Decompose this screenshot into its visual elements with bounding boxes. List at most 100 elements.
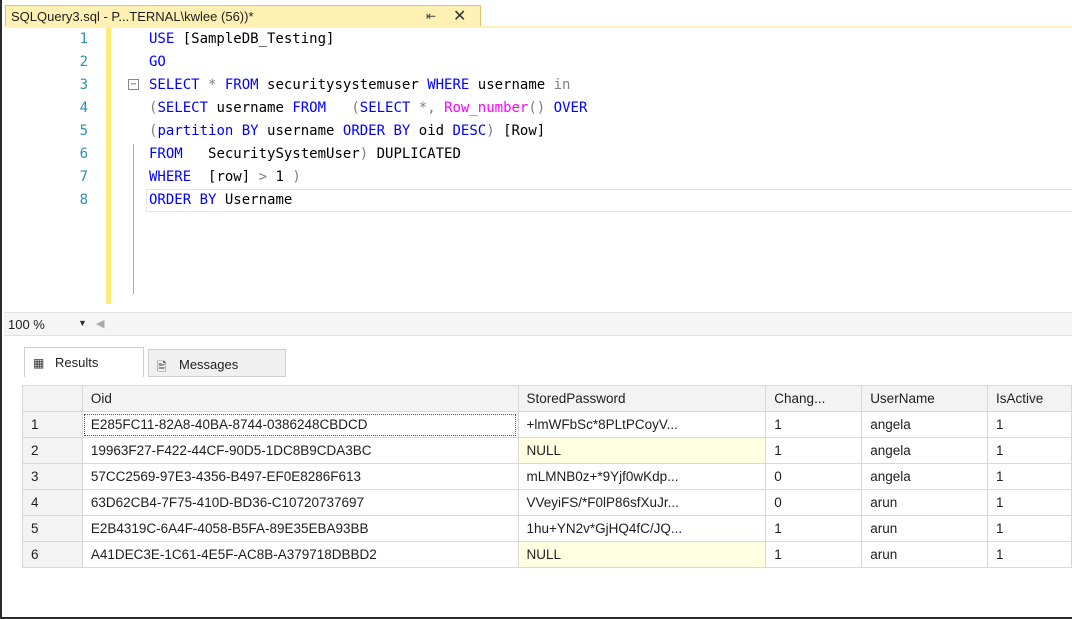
- code-token: SELECT: [359, 100, 419, 116]
- cell-username[interactable]: arun: [861, 515, 989, 542]
- cell-username[interactable]: arun: [861, 489, 989, 516]
- table-row[interactable]: 6 A41DEC3E-1C61-4E5F-AC8B-A379718DBBD2 NUL…: [22, 541, 1072, 568]
- document-tab-strip: SQLQuery3.sql - P...TERNAL\kwlee (56))* …: [2, 0, 1072, 28]
- cell-isactive[interactable]: 1: [987, 515, 1072, 542]
- row-number[interactable]: 5: [22, 515, 83, 542]
- cell-username[interactable]: angela: [861, 411, 989, 438]
- tab-title: SQLQuery3.sql - P...TERNAL\kwlee (56))*: [11, 9, 254, 24]
- cell-changepassword[interactable]: 0: [765, 463, 863, 490]
- code-line[interactable]: 8 ORDER BY Username: [4, 189, 1072, 212]
- cell-storedpassword[interactable]: NULL: [517, 437, 767, 464]
- cell-changepassword[interactable]: 0: [765, 489, 863, 516]
- cell-storedpassword[interactable]: +lmWFbSc*8PLtPCoyV...: [517, 411, 767, 438]
- column-header-oid[interactable]: Oid: [81, 385, 519, 412]
- collapse-icon[interactable]: −: [128, 79, 139, 90]
- tab-messages[interactable]: 🖹 Messages: [148, 349, 286, 377]
- tab-results-label: Results: [55, 355, 99, 370]
- code-token: ): [359, 146, 377, 162]
- code-line[interactable]: 1 USE [SampleDB_Testing]: [4, 28, 1072, 51]
- code-line[interactable]: 7 WHERE [row] > 1 ): [4, 166, 1072, 189]
- cell-oid[interactable]: 63D62CB4-7F75-410D-BD36-C10720737697: [81, 489, 519, 516]
- cell-storedpassword[interactable]: VVeyiFS/*F0lP86sfXuJr...: [517, 489, 767, 516]
- cell-changepassword[interactable]: 1: [765, 541, 863, 568]
- code-line[interactable]: 4 (SELECT username FROM (SELECT *, Row_nu…: [4, 97, 1072, 120]
- code-token: ): [486, 123, 504, 139]
- column-header-isactive[interactable]: IsActive: [987, 385, 1072, 412]
- row-number[interactable]: 1: [22, 411, 83, 438]
- code-line[interactable]: 3 − SELECT * FROM securitysystemuser WHERE…: [4, 74, 1072, 97]
- code-text: USE [SampleDB_Testing]: [149, 28, 334, 51]
- code-text: WHERE [row] > 1 ): [149, 166, 301, 189]
- code-token: username: [477, 77, 554, 93]
- column-header-username[interactable]: UserName: [861, 385, 989, 412]
- line-number: 7: [79, 169, 88, 185]
- cell-isactive[interactable]: 1: [987, 463, 1072, 490]
- code-token: DESC: [452, 123, 487, 139]
- cell-username[interactable]: angela: [861, 437, 989, 464]
- code-token: ): [292, 169, 301, 185]
- cell-storedpassword[interactable]: NULL: [517, 541, 767, 568]
- close-icon[interactable]: ✕: [453, 6, 466, 26]
- code-token: >: [258, 169, 276, 185]
- scroll-left-icon[interactable]: ◀: [96, 317, 104, 330]
- results-tabs: ▦ Results 🖹 Messages: [4, 347, 1072, 377]
- query-editor[interactable]: 1 USE [SampleDB_Testing] 2 GO 3− SELECT * FRO…: [4, 28, 1072, 312]
- pin-icon[interactable]: ⇤: [426, 9, 436, 23]
- cell-changepassword[interactable]: 1: [765, 515, 863, 542]
- chevron-down-icon[interactable]: ▼: [78, 318, 87, 328]
- column-header-changepassword[interactable]: Chang...: [765, 385, 863, 412]
- line-number: 8: [79, 192, 88, 208]
- cell-oid[interactable]: A41DEC3E-1C61-4E5F-AC8B-A379718DBBD2: [81, 541, 519, 568]
- code-token: FROM: [149, 146, 209, 162]
- code-token: ORDER: [342, 123, 394, 139]
- cell-oid[interactable]: 57CC2569-97E3-4356-B497-EF0E8286F613: [81, 463, 519, 490]
- code-token: in: [553, 77, 571, 93]
- cell-isactive[interactable]: 1: [987, 489, 1072, 516]
- messages-icon: 🖹: [157, 360, 167, 374]
- cell-oid[interactable]: E2B4319C-6A4F-4058-B5FA-89E35EBA93BB: [81, 515, 519, 542]
- code-line[interactable]: 2 GO: [4, 51, 1072, 74]
- table-row[interactable]: 5 E2B4319C-6A4F-4058-B5FA-89E35EBA93BB 1hu…: [22, 515, 1072, 542]
- code-token: [SampleDB_Testing]: [182, 31, 335, 47]
- cell-oid[interactable]: 19963F27-F422-44CF-90D5-1DC8B9CDA3BC: [81, 437, 519, 464]
- cell-changepassword[interactable]: 1: [765, 437, 863, 464]
- cell-oid[interactable]: E285FC11-82A8-40BA-8744-0386248CBDCD: [81, 411, 519, 438]
- cell-storedpassword[interactable]: 1hu+YN2v*GjHQ4fC/JQ...: [517, 515, 767, 542]
- code-text: GO: [149, 51, 166, 74]
- row-number[interactable]: 4: [22, 489, 83, 516]
- row-number[interactable]: 6: [22, 541, 83, 568]
- code-line[interactable]: 6 FROM SecuritySystemUser) DUPLICATED: [4, 143, 1072, 166]
- row-number[interactable]: 2: [22, 437, 83, 464]
- column-header-storedpassword[interactable]: StoredPassword: [517, 385, 767, 412]
- cell-storedpassword[interactable]: mLMNB0z+*9Yjf0wKdp...: [517, 463, 767, 490]
- header-row: Oid StoredPassword Chang... UserName IsA…: [22, 385, 1072, 412]
- code-text: SELECT * FROM securitysystemuser WHERE u…: [149, 74, 570, 97]
- table-row[interactable]: 1 E285FC11-82A8-40BA-8744-0386248CBDCD +lm…: [22, 411, 1072, 438]
- code-token: FROM: [224, 77, 268, 93]
- row-number[interactable]: 3: [22, 463, 83, 490]
- table-row[interactable]: 4 63D62CB4-7F75-410D-BD36-C10720737697 VVe…: [22, 489, 1072, 516]
- results-table: Oid StoredPassword Chang... UserName IsA…: [22, 385, 1072, 568]
- cell-username[interactable]: arun: [861, 541, 989, 568]
- line-number: 4: [79, 100, 88, 116]
- grid-icon: ▦: [33, 356, 45, 370]
- code-line[interactable]: 5 (partition BY username ORDER BY oid DES…: [4, 120, 1072, 143]
- code-token: 1: [275, 169, 293, 185]
- code-token: oid: [418, 123, 453, 139]
- cell-isactive[interactable]: 1: [987, 437, 1072, 464]
- corner-cell[interactable]: [22, 385, 83, 412]
- results-grid[interactable]: Oid StoredPassword Chang... UserName IsA…: [22, 385, 1072, 617]
- cell-username[interactable]: angela: [861, 463, 989, 490]
- document-tab[interactable]: SQLQuery3.sql - P...TERNAL\kwlee (56))* …: [5, 5, 481, 26]
- code-token: BY: [241, 123, 268, 139]
- line-number: 1: [79, 31, 88, 47]
- table-row[interactable]: 3 57CC2569-97E3-4356-B497-EF0E8286F613 mLM…: [22, 463, 1072, 490]
- code-token: [row]: [208, 169, 259, 185]
- zoom-level[interactable]: 100 %: [8, 317, 45, 332]
- cell-changepassword[interactable]: 1: [765, 411, 863, 438]
- cell-isactive[interactable]: 1: [987, 541, 1072, 568]
- tab-results[interactable]: ▦ Results: [24, 347, 144, 377]
- tab-messages-label: Messages: [179, 357, 239, 372]
- cell-isactive[interactable]: 1: [987, 411, 1072, 438]
- table-row[interactable]: 2 19963F27-F422-44CF-90D5-1DC8B9CDA3BC NUL…: [22, 437, 1072, 464]
